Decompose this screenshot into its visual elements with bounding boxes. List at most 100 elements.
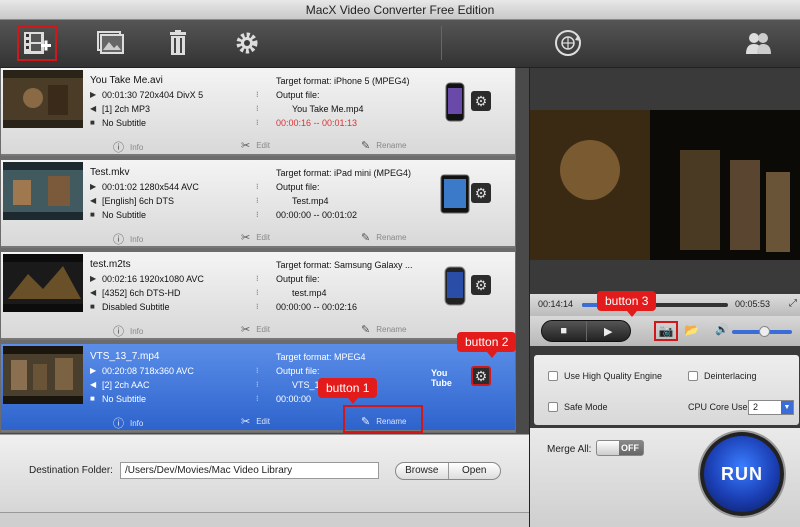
info-button[interactable]: ⓘ Info [113, 231, 143, 247]
toggle-knob [597, 441, 619, 455]
audio-info: [4352] 6ch DTS-HD [102, 288, 181, 298]
safe-mode-checkbox[interactable] [548, 402, 558, 412]
update-globe-icon [555, 30, 581, 56]
callout-button-3: button 3 [597, 291, 657, 317]
file-name: You Take Me.avi [90, 75, 163, 86]
high-quality-option[interactable]: Use High Quality Engine [548, 371, 662, 381]
rename-button[interactable]: ✎ Rename [361, 139, 406, 152]
add-video-button[interactable] [17, 25, 57, 61]
video-preview [530, 110, 800, 260]
edit-button[interactable]: ✂ Edit [241, 323, 270, 336]
subtitle-icon: ■ [90, 118, 95, 127]
galaxy-phone-icon [438, 264, 472, 308]
camera-icon: 📷 [658, 324, 674, 338]
playback-buttons: ■ ▶ [541, 320, 631, 342]
open-snapshot-folder-button[interactable]: 📂 [684, 323, 699, 337]
safe-mode-label: Safe Mode [564, 402, 608, 412]
file-item[interactable]: test.m2ts ▶ 00:02:16 1920x1080 AVC ◀ [4352… [1, 252, 515, 340]
settings-button[interactable] [227, 25, 267, 61]
merge-all-toggle[interactable]: OFF [596, 440, 644, 456]
audio-info: [English] 6ch DTS [102, 196, 175, 206]
toolbar-separator [441, 26, 442, 60]
format-settings-button[interactable]: ⚙ [471, 183, 491, 203]
info-button[interactable]: ⓘ Info [113, 415, 143, 431]
file-item[interactable]: You Take Me.avi ▶ 00:01:30 720x404 DivX 5… [1, 68, 515, 156]
audio-icon: ◀ [90, 380, 97, 389]
format-settings-button[interactable]: ⚙ [471, 366, 491, 386]
subtitle-info: No Subtitle [102, 210, 147, 220]
item-actions: ⓘ Info ✂ Edit ✎ Rename [1, 412, 515, 430]
app-window: MacX Video Converter Free Edition You Ta… [0, 0, 800, 527]
rename-button[interactable]: ✎ Rename [361, 231, 406, 244]
video-info: 00:01:30 720x404 DivX 5 [102, 90, 204, 100]
total-time: 00:05:53 [735, 299, 771, 309]
file-name: VTS_13_7.mp4 [90, 351, 160, 362]
browse-button[interactable]: Browse [396, 463, 449, 479]
stop-button[interactable]: ■ [542, 321, 587, 341]
edit-button[interactable]: ✂ Edit [241, 415, 270, 428]
photo-slideshow-button[interactable] [89, 25, 129, 61]
safe-mode-option[interactable]: Safe Mode [548, 402, 608, 412]
play-button[interactable]: ▶ [587, 321, 631, 341]
time-range: 00:00:00 -- 00:01:02 [276, 210, 358, 220]
output-label: Output file: [276, 90, 320, 100]
format-settings-button[interactable]: ⚙ [471, 275, 491, 295]
gear-icon: ⚙ [474, 276, 488, 293]
deinterlacing-checkbox[interactable] [688, 371, 698, 381]
deinterlacing-option[interactable]: Deinterlacing [688, 371, 757, 381]
source-info: VTS_13_7.mp4 ▶ 00:20:08 718x360 AVC ◀ [2] … [90, 350, 194, 406]
edit-button[interactable]: ✂ Edit [241, 139, 270, 152]
video-icon: ▶ [90, 366, 97, 375]
file-item-selected[interactable]: VTS_13_7.mp4 ▶ 00:20:08 718x360 AVC ◀ [2] … [1, 344, 515, 432]
item-actions: ⓘ Info ✂ Edit ✎ Rename [1, 320, 515, 338]
check-update-button[interactable] [548, 25, 588, 61]
format-settings-button[interactable]: ⚙ [471, 91, 491, 111]
subtitle-info: No Subtitle [102, 394, 147, 404]
video-icon: ▶ [90, 182, 97, 191]
info-icon: ⓘ [113, 234, 124, 246]
video-info: 00:20:08 718x360 AVC [102, 366, 194, 376]
subtitle-info: No Subtitle [102, 118, 147, 128]
info-label: Info [130, 234, 144, 244]
info-button[interactable]: ⓘ Info [113, 323, 143, 339]
volume-slider[interactable] [732, 326, 792, 337]
snapshot-button[interactable]: 📷 [654, 321, 678, 341]
cpu-core-select[interactable]: 2 ▼ [748, 400, 794, 415]
edit-label: Edit [256, 233, 271, 242]
volume-knob[interactable] [759, 326, 770, 337]
video-info: 00:02:16 1920x1080 AVC [102, 274, 204, 284]
edit-label: Edit [256, 325, 271, 334]
users-icon [746, 33, 771, 54]
destination-buttons: Browse Open [395, 462, 501, 480]
run-button[interactable]: RUN [700, 432, 784, 516]
playback-timeline: 00:14:14 00:05:53 ⤢ [530, 294, 800, 316]
high-quality-checkbox[interactable] [548, 371, 558, 381]
edit-label: Edit [256, 417, 271, 426]
youtube-label: You Tube [431, 368, 452, 388]
info-button[interactable]: ⓘ Info [113, 139, 143, 155]
toolbar [0, 20, 800, 68]
stop-icon: ■ [560, 325, 568, 337]
file-item[interactable]: Test.mkv ▶ 00:01:02 1280x544 AVC ◀ [Englis… [1, 160, 515, 248]
toggle-state: OFF [621, 443, 639, 453]
fullscreen-icon[interactable]: ⤢ [789, 298, 797, 309]
player-controls: ■ ▶ 📷 📂 🔊 [530, 316, 800, 346]
gear-icon [236, 32, 258, 54]
rename-button[interactable]: ✎ Rename [361, 323, 406, 336]
item-actions: ⓘ Info ✂ Edit ✎ Rename [1, 136, 515, 154]
open-button[interactable]: Open [449, 463, 501, 479]
target-info: Target format: iPhone 5 (MPEG4) Output f… [276, 74, 436, 130]
output-label: Output file: [276, 366, 320, 376]
video-thumbnail [3, 70, 83, 128]
output-filename: You Take Me.mp4 [292, 104, 364, 114]
video-thumbnail [3, 162, 83, 220]
delete-button[interactable] [158, 25, 198, 61]
users-button[interactable] [738, 25, 778, 61]
destination-path-field[interactable]: /Users/Dev/Movies/Mac Video Library [120, 462, 379, 479]
edit-button[interactable]: ✂ Edit [241, 231, 270, 244]
dropdown-dots: ⁝ ⁝ ⁝ [256, 274, 259, 311]
source-info: Test.mkv ▶ 00:01:02 1280x544 AVC ◀ [Englis… [90, 166, 199, 222]
chevron-down-icon: ▼ [781, 401, 793, 414]
output-label: Output file: [276, 274, 320, 284]
add-video-icon [24, 32, 51, 54]
